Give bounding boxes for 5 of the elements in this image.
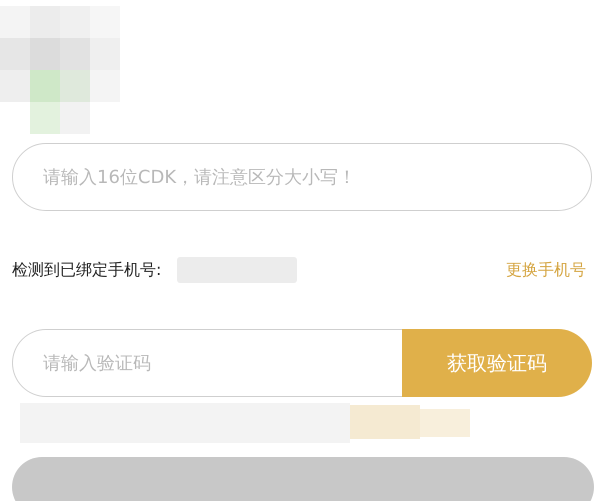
get-code-button[interactable]: 获取验证码 xyxy=(402,329,592,397)
verification-code-field[interactable]: 请输入验证码 xyxy=(12,329,402,397)
bound-phone-label: 检测到已绑定手机号: xyxy=(12,260,162,280)
change-phone-link[interactable]: 更换手机号 xyxy=(506,260,586,280)
cdk-input-field[interactable]: 请输入16位CDK，请注意区分大小写！ xyxy=(12,143,592,211)
